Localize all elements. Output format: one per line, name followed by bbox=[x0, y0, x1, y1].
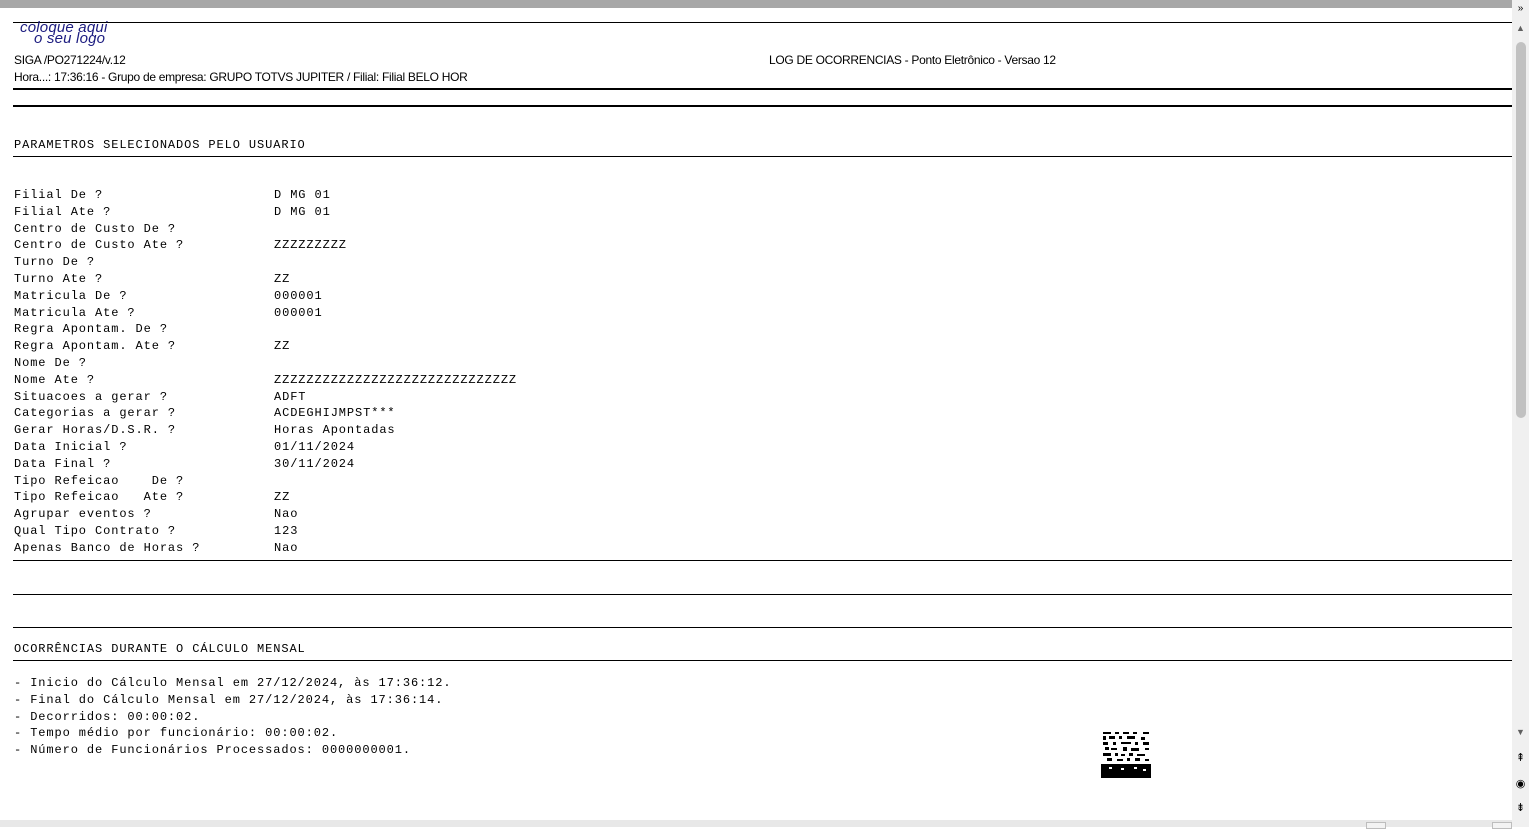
param-row: Situacoes a gerar ? ADFT bbox=[14, 389, 517, 406]
separator-rule-1 bbox=[13, 594, 1512, 595]
param-label: Data Inicial ? bbox=[14, 439, 128, 454]
param-label: Filial Ate ? bbox=[14, 204, 112, 219]
program-version: SIGA /PO271224/v.12 bbox=[14, 53, 126, 67]
occurrences-list: - Inicio do Cálculo Mensal em 27/12/2024… bbox=[14, 675, 451, 759]
param-value: D MG 01 bbox=[274, 188, 331, 202]
param-label: Situacoes a gerar ? bbox=[14, 389, 168, 404]
param-row: Agrupar eventos ? Nao bbox=[14, 506, 517, 523]
window-top-strip bbox=[0, 0, 1529, 8]
param-value: 000001 bbox=[274, 305, 323, 320]
param-row: Regra Apontam. De ? bbox=[14, 321, 517, 338]
param-label: Tipo Refeicao Ate ? bbox=[14, 490, 185, 505]
param-row: Nome De ? bbox=[14, 355, 517, 372]
params-list: Filial De ? D MG 01 Filial Ate ? D MG 01 Cen… bbox=[14, 187, 517, 557]
param-label: Nome De ? bbox=[14, 355, 87, 370]
param-row: Tipo Refeicao Ate ? ZZ bbox=[14, 489, 517, 506]
param-value: ADFT bbox=[274, 389, 307, 404]
time-company-line: Hora...: 17:36:16 - Grupo de empresa: GR… bbox=[14, 70, 468, 84]
param-value: ZZZZZZZZZZZZZZZZZZZZZZZZZZZZZZ bbox=[274, 372, 518, 387]
scroll-thumb[interactable] bbox=[1516, 42, 1526, 418]
param-row: Gerar Horas/D.S.R. ? Horas Apontadas bbox=[14, 422, 517, 439]
param-label: Turno De ? bbox=[14, 255, 96, 270]
param-row: Qual Tipo Contrato ? 123 bbox=[14, 523, 517, 540]
expand-icon[interactable]: » bbox=[1512, 0, 1529, 16]
param-label: Centro de Custo Ate ? bbox=[14, 238, 185, 253]
qr-code-icon bbox=[1101, 730, 1151, 778]
param-value: Nao bbox=[274, 507, 299, 522]
param-value: ZZ bbox=[274, 271, 291, 286]
occurrences-section-title: OCORRÊNCIAS DURANTE O CÁLCULO MENSAL bbox=[14, 642, 306, 656]
params-end-rule bbox=[13, 560, 1512, 561]
param-row: Nome Ate ? ZZZZZZZZZZZZZZZZZZZZZZZZZZZZZZ bbox=[14, 372, 517, 389]
params-section-title: PARAMETROS SELECIONADOS PELO USUARIO bbox=[14, 138, 306, 152]
occurrence-line: - Final do Cálculo Mensal em 27/12/2024,… bbox=[14, 692, 444, 707]
param-value: 01/11/2024 bbox=[274, 439, 356, 454]
hscroll-box-2[interactable] bbox=[1492, 822, 1512, 829]
param-row: Centro de Custo Ate ? ZZZZZZZZZ bbox=[14, 237, 517, 254]
param-label: Categorias a gerar ? bbox=[14, 406, 177, 421]
param-label: Regra Apontam. Ate ? bbox=[14, 339, 177, 354]
param-label: Qual Tipo Contrato ? bbox=[14, 523, 177, 538]
occurrence-line: - Decorridos: 00:00:02. bbox=[14, 709, 201, 724]
param-label: Filial De ? bbox=[14, 188, 104, 202]
param-row: Data Final ? 30/11/2024 bbox=[14, 456, 517, 473]
param-value: Horas Apontadas bbox=[274, 423, 396, 438]
separator-rule-2 bbox=[13, 627, 1512, 628]
header-rule-2 bbox=[13, 105, 1512, 107]
param-row: Centro de Custo De ? bbox=[14, 221, 517, 238]
param-row: Tipo Refeicao De ? bbox=[14, 473, 517, 490]
param-label: Matricula De ? bbox=[14, 288, 128, 303]
occurrence-line: - Tempo médio por funcionário: 00:00:02. bbox=[14, 726, 339, 741]
param-value: ACDEGHIJMPST*** bbox=[274, 406, 396, 421]
report-title: LOG DE OCORRENCIAS - Ponto Eletrônico - … bbox=[769, 53, 1056, 67]
logo-line-2: o seu logo bbox=[34, 30, 106, 47]
page-top-icon[interactable]: ⇞ bbox=[1513, 748, 1528, 766]
param-value: D MG 01 bbox=[274, 204, 331, 219]
param-value: ZZZZZZZZZ bbox=[274, 238, 347, 253]
zoom-icon[interactable]: ◉ bbox=[1513, 774, 1528, 792]
param-label: Agrupar eventos ? bbox=[14, 507, 152, 522]
param-value: 30/11/2024 bbox=[274, 456, 356, 471]
param-row: Filial Ate ? D MG 01 bbox=[14, 204, 517, 221]
occurrence-line: - Inicio do Cálculo Mensal em 27/12/2024… bbox=[14, 676, 452, 690]
param-label: Nome Ate ? bbox=[14, 372, 96, 387]
param-row: Turno De ? bbox=[14, 254, 517, 271]
company-logo: coloque aqui o seu logo bbox=[20, 20, 140, 47]
param-value: ZZ bbox=[274, 339, 291, 354]
param-row: Apenas Banco de Horas ? Nao bbox=[14, 540, 517, 557]
param-value: 123 bbox=[274, 523, 299, 538]
param-value: Nao bbox=[274, 540, 299, 555]
hscroll-box-1[interactable] bbox=[1366, 822, 1386, 829]
param-row: Matricula De ? 000001 bbox=[14, 288, 517, 305]
param-label: Apenas Banco de Horas ? bbox=[14, 540, 201, 555]
page-bottom-icon[interactable]: ⇟ bbox=[1513, 798, 1528, 816]
param-value: ZZ bbox=[274, 490, 291, 505]
param-label: Data Final ? bbox=[14, 456, 112, 471]
param-label: Turno Ate ? bbox=[14, 271, 104, 286]
param-row: Categorias a gerar ? ACDEGHIJMPST*** bbox=[14, 405, 517, 422]
param-label: Centro de Custo De ? bbox=[14, 221, 177, 236]
chevron-down-icon[interactable]: ▼ bbox=[1512, 724, 1529, 740]
param-row: Data Inicial ? 01/11/2024 bbox=[14, 439, 517, 456]
horizontal-scrollbar[interactable] bbox=[0, 820, 1512, 829]
param-label: Gerar Horas/D.S.R. ? bbox=[14, 423, 177, 438]
occurrences-title-rule bbox=[13, 660, 1512, 661]
vertical-scrollbar[interactable]: » ▲ ▼ ⇞ ◉ ⇟ bbox=[1512, 0, 1529, 827]
header-rule-1 bbox=[13, 88, 1512, 90]
occurrence-line: - Número de Funcionários Processados: 00… bbox=[14, 743, 411, 758]
param-row: Turno Ate ? ZZ bbox=[14, 271, 517, 288]
param-row: Matricula Ate ? 000001 bbox=[14, 305, 517, 322]
param-row: Regra Apontam. Ate ? ZZ bbox=[14, 338, 517, 355]
params-title-rule bbox=[13, 156, 1512, 157]
param-value: 000001 bbox=[274, 288, 323, 303]
param-label: Tipo Refeicao De ? bbox=[14, 473, 185, 488]
param-row: Filial De ? D MG 01 bbox=[14, 187, 517, 204]
report-page: coloque aqui o seu logo SIGA /PO271224/v… bbox=[0, 8, 1512, 820]
top-rule bbox=[13, 22, 1512, 23]
chevron-up-icon[interactable]: ▲ bbox=[1512, 20, 1529, 36]
param-label: Regra Apontam. De ? bbox=[14, 322, 168, 337]
param-label: Matricula Ate ? bbox=[14, 305, 136, 320]
